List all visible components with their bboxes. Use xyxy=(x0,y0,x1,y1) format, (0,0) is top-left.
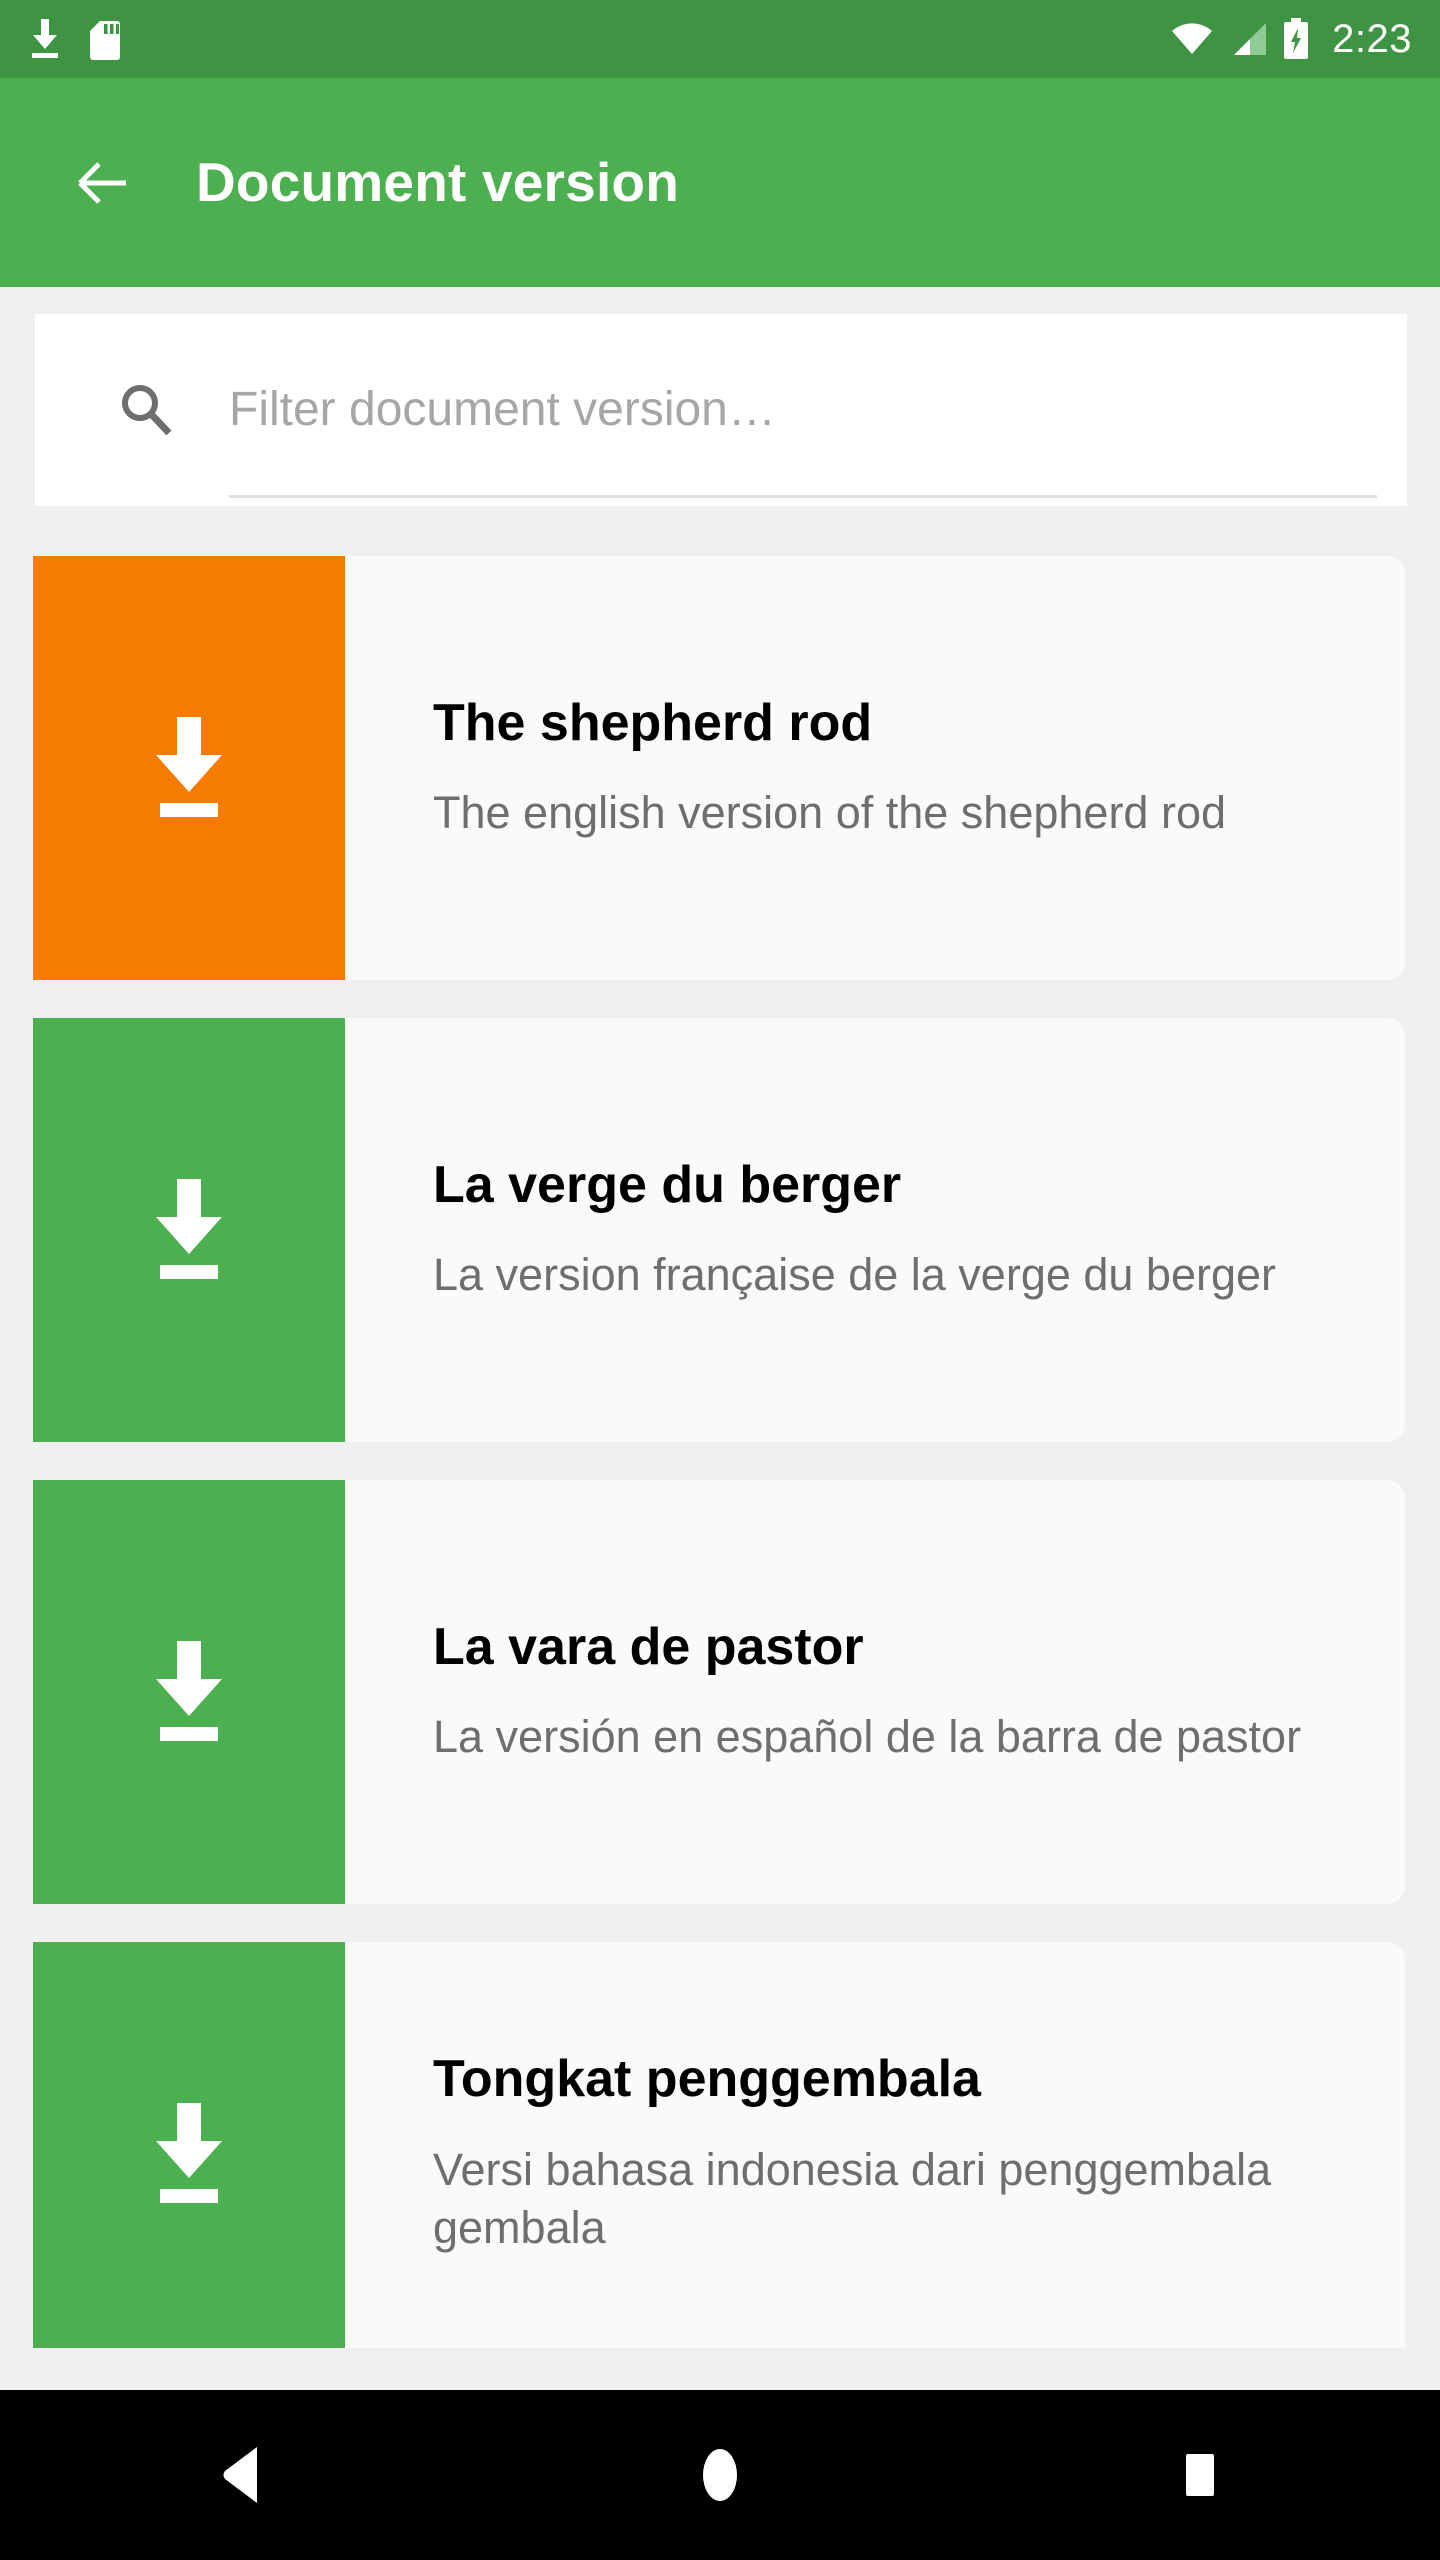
document-card-text: The shepherd rod The english version of … xyxy=(433,556,1373,980)
download-icon xyxy=(156,2103,222,2203)
back-button[interactable] xyxy=(48,128,158,238)
arrow-left-icon xyxy=(78,161,126,204)
nav-back-button[interactable] xyxy=(0,2390,480,2560)
search-underline xyxy=(229,495,1377,498)
circle-icon xyxy=(702,2449,737,2501)
list-item[interactable]: La verge du berger La version française … xyxy=(0,1018,1440,1442)
download-icon xyxy=(156,717,222,817)
nav-recents-button[interactable] xyxy=(960,2390,1440,2560)
wifi-icon xyxy=(1170,17,1214,61)
nav-home-button[interactable] xyxy=(480,2390,960,2560)
search-field[interactable] xyxy=(35,314,1407,506)
status-bar: 2:23 xyxy=(0,0,1440,78)
document-card-text: La vara de pastor La versión en español … xyxy=(433,1480,1373,1904)
document-card-text: Tongkat penggembala Versi bahasa indones… xyxy=(433,1942,1373,2366)
document-subtitle: La versión en español de la barra de pas… xyxy=(433,1710,1302,1762)
search-input[interactable] xyxy=(229,383,1407,437)
download-button[interactable] xyxy=(33,1942,345,2366)
triangle-left-icon xyxy=(223,2447,257,2503)
document-subtitle: Versi bahasa indonesia dari penggembala … xyxy=(433,2143,1272,2254)
page-title: Document version xyxy=(196,151,680,213)
battery-charging-icon xyxy=(1282,17,1310,61)
document-title: The shepherd rod xyxy=(433,693,873,752)
download-icon xyxy=(156,1641,222,1741)
document-title: Tongkat penggembala xyxy=(433,2050,981,2109)
download-button[interactable] xyxy=(33,556,345,980)
download-button[interactable] xyxy=(33,1480,345,1904)
download-button[interactable] xyxy=(33,1018,345,1442)
sd-card-icon xyxy=(88,17,120,61)
cellular-signal-icon xyxy=(1228,17,1268,61)
document-subtitle: The english version of the shepherd rod xyxy=(433,786,1226,838)
square-icon xyxy=(1185,2454,1214,2496)
list-bottom-spacer xyxy=(0,2348,1440,2390)
search-input-wrapper xyxy=(229,314,1407,506)
list-item[interactable]: La vara de pastor La versión en español … xyxy=(0,1480,1440,1904)
download-icon xyxy=(156,1179,222,1279)
status-bar-left-icons xyxy=(28,17,120,61)
document-subtitle: La version française de la verge du berg… xyxy=(433,1248,1277,1300)
document-title: La verge du berger xyxy=(433,1155,902,1214)
document-version-list: The shepherd rod The english version of … xyxy=(0,556,1440,2404)
document-title: La vara de pastor xyxy=(433,1617,864,1676)
download-status-icon xyxy=(28,17,62,61)
system-navigation-bar xyxy=(0,2390,1440,2560)
status-bar-clock: 2:23 xyxy=(1332,17,1412,61)
document-card-text: La verge du berger La version française … xyxy=(433,1018,1373,1442)
search-icon xyxy=(122,385,172,436)
app-bar: Document version xyxy=(0,78,1440,287)
list-item[interactable]: Tongkat penggembala Versi bahasa indones… xyxy=(0,1942,1440,2366)
list-item[interactable]: The shepherd rod The english version of … xyxy=(0,556,1440,980)
status-bar-right-icons: 2:23 xyxy=(1170,17,1412,61)
